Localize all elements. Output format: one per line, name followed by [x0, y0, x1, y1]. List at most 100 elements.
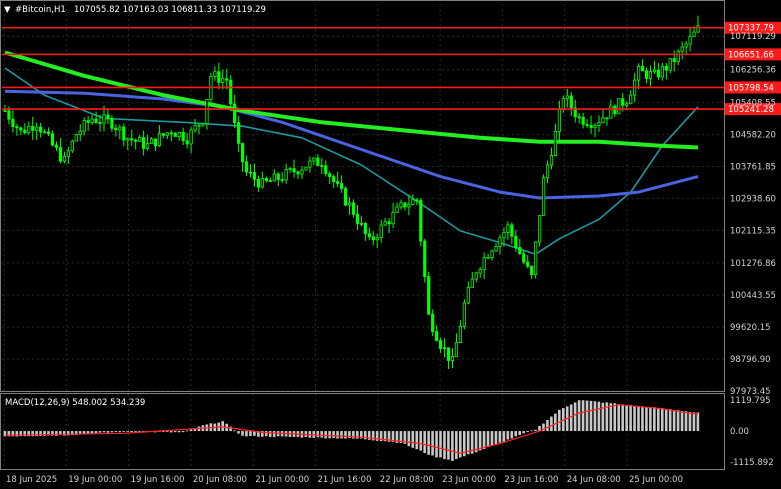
price-tick-label: 104582.20 [730, 131, 776, 141]
candle [54, 144, 59, 148]
candle [363, 223, 367, 235]
candle [280, 179, 284, 181]
macd-hist-bar [272, 431, 276, 438]
macd-hist-bar [664, 408, 668, 432]
macd-hist-bar [534, 429, 537, 432]
candle [664, 65, 668, 71]
candle [379, 224, 383, 238]
macd-hist-bar [165, 431, 169, 432]
macd-hist-bar [106, 431, 110, 433]
candle [332, 176, 336, 182]
candle [296, 171, 300, 175]
candle [58, 146, 63, 162]
macd-hist-bar [692, 412, 696, 432]
candle [648, 71, 653, 79]
candle [272, 173, 276, 182]
macd-hist-bar [546, 419, 549, 432]
ma-slow-line [4, 50, 699, 150]
candle [367, 233, 371, 238]
candle [264, 177, 268, 182]
macd-hist-bar [324, 431, 327, 439]
candle [134, 139, 138, 142]
candle [676, 50, 680, 62]
chart-window[interactable]: 107337.79 106651.66 105798.54 105241.28 107… [0, 0, 781, 489]
candle [435, 331, 439, 341]
candle [94, 118, 98, 123]
candle [617, 98, 621, 115]
candle [355, 213, 360, 224]
candle [399, 202, 403, 208]
candle [359, 223, 364, 225]
symbol-timeframe-label: #Bitcoin,H1 [15, 5, 66, 15]
macd-hist-bar [577, 400, 581, 432]
candle [244, 161, 249, 173]
macd-hist-bar [233, 430, 236, 432]
candle [569, 95, 573, 109]
chart-canvas[interactable]: 107337.79106651.66105798.54105241.28 107… [0, 0, 781, 489]
candle [450, 356, 455, 361]
candle [593, 125, 597, 128]
macd-hist-bar [407, 431, 411, 447]
candle [23, 129, 27, 134]
macd-hist-bar [498, 431, 502, 443]
macd-hist-bar [530, 430, 533, 432]
candle [292, 168, 296, 173]
candle [304, 166, 308, 171]
candle [197, 124, 201, 127]
candle [118, 126, 122, 131]
candle [70, 140, 74, 152]
candle [613, 105, 617, 115]
time-tick-label: 23 Jun 00:00 [442, 475, 496, 485]
macd-hist-bar [320, 431, 323, 438]
candle [609, 105, 613, 119]
candle [371, 236, 375, 241]
macd-hist-bar [653, 407, 656, 432]
macd-hist-bar [423, 431, 426, 453]
macd-hist-bar [94, 431, 98, 434]
candle [553, 131, 558, 156]
candle [565, 95, 569, 99]
time-tick-label: 24 Jun 08:00 [567, 475, 621, 485]
macd-hist-bar [431, 431, 434, 456]
candle [308, 160, 312, 168]
candle [62, 155, 67, 162]
candle [526, 261, 530, 267]
candle [86, 120, 90, 123]
macd-hist-bar [613, 403, 617, 432]
candle [260, 177, 265, 188]
candle [157, 133, 162, 147]
candle [149, 138, 154, 144]
candle [486, 256, 490, 259]
macd-tick-label: 0.00 [730, 427, 749, 437]
candle [82, 120, 86, 132]
macd-hist-bar [447, 431, 450, 460]
candle [46, 131, 51, 135]
candle [74, 134, 78, 142]
candle [407, 203, 411, 208]
candle [514, 235, 518, 248]
ma-mid-line [4, 89, 699, 200]
candle [494, 246, 498, 252]
candle [411, 199, 415, 205]
macd-hist-bar [241, 431, 244, 436]
candle [19, 127, 23, 131]
macd-hist-bar [625, 405, 628, 432]
header-arrow-icon[interactable]: ▼ [4, 5, 11, 15]
candle [680, 46, 684, 52]
candle [66, 150, 70, 157]
macd-hist-bar [122, 431, 125, 432]
price-tick-label: 102115.35 [730, 226, 776, 236]
macd-hist-bar [482, 431, 486, 450]
candle [240, 142, 245, 163]
time-tick-label: 18 Jun 2025 [6, 475, 57, 485]
candle [644, 70, 649, 79]
candle [126, 138, 130, 141]
macd-hist-bar [451, 431, 454, 461]
macd-hist-bar [609, 403, 613, 432]
macd-hist-bar [597, 401, 601, 432]
candle [31, 126, 35, 131]
macd-hist-bar [672, 409, 676, 432]
candle [427, 276, 431, 315]
macd-hist-bar [102, 431, 106, 433]
candle [343, 188, 348, 206]
